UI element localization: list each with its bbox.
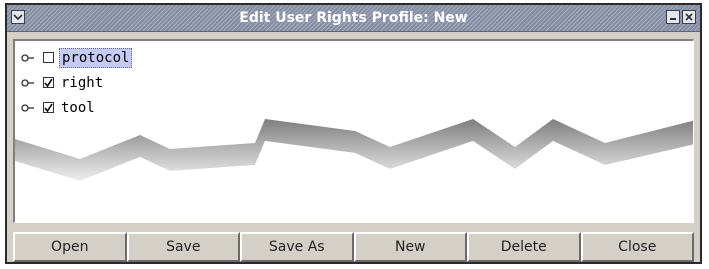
- save-as-button[interactable]: Save As: [240, 232, 354, 262]
- tree-item-checkbox[interactable]: [43, 102, 54, 113]
- tree-item-label: tool: [61, 99, 95, 116]
- tree-item-tool[interactable]: tool: [21, 95, 132, 120]
- expand-handle-icon[interactable]: [21, 53, 35, 63]
- rights-tree-panel[interactable]: protocol right tool: [13, 39, 694, 223]
- new-button[interactable]: New: [353, 232, 467, 262]
- tree-item-checkbox[interactable]: [43, 52, 54, 63]
- open-button[interactable]: Open: [13, 232, 127, 262]
- tree-item-label: protocol: [59, 47, 133, 68]
- checkmark-icon: [44, 78, 53, 87]
- close-window-button[interactable]: [682, 10, 696, 24]
- window-menu-button[interactable]: [11, 10, 25, 24]
- chevron-down-icon: [13, 14, 23, 21]
- rights-tree: protocol right tool: [21, 45, 133, 120]
- tree-item-label: right: [61, 74, 104, 91]
- checkmark-icon: [44, 103, 53, 112]
- close-button[interactable]: Close: [580, 232, 694, 262]
- expand-handle-icon[interactable]: [21, 103, 35, 113]
- minimize-icon: [670, 18, 676, 20]
- tree-item-right[interactable]: right: [21, 70, 132, 95]
- window-title: Edit User Rights Profile: New: [239, 10, 468, 26]
- expand-handle-icon[interactable]: [21, 78, 35, 88]
- save-button[interactable]: Save: [126, 232, 240, 262]
- delete-button[interactable]: Delete: [467, 232, 581, 262]
- edit-user-rights-window: Edit User Rights Profile: New protocol r…: [5, 3, 702, 264]
- close-icon: [685, 13, 693, 21]
- screenshot-tear-graphic: [15, 119, 693, 222]
- tree-item-checkbox[interactable]: [43, 77, 54, 88]
- button-bar: Open Save Save As New Delete Close: [13, 232, 694, 262]
- title-bar[interactable]: Edit User Rights Profile: New: [7, 5, 700, 32]
- minimize-button[interactable]: [666, 10, 680, 24]
- tree-item-protocol[interactable]: protocol: [21, 45, 133, 70]
